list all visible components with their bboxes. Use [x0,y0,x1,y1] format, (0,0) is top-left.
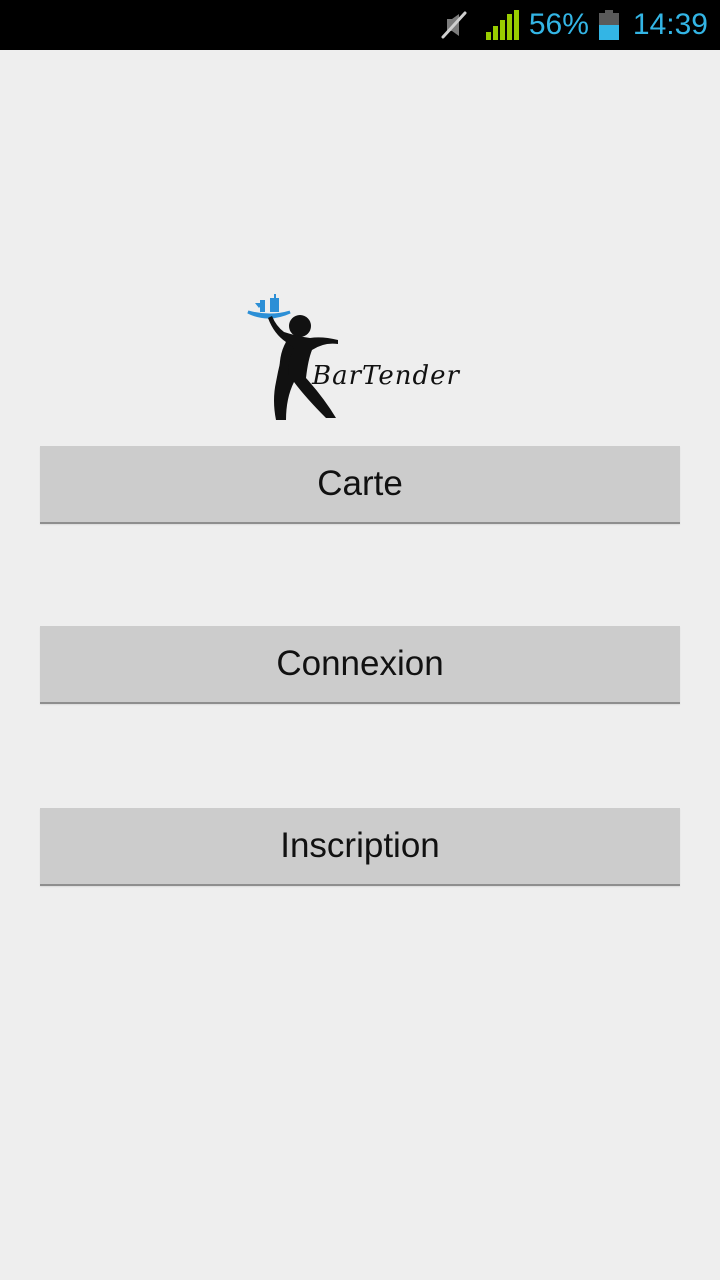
status-bar: 56% 14:39 [0,0,720,50]
battery-percent: 56% [528,8,589,41]
status-icons: 56% 14:39 [439,0,708,50]
battery-icon [598,10,619,40]
tray-icon [247,294,291,319]
connexion-button[interactable]: Connexion [40,626,680,704]
carte-button[interactable]: Carte [40,446,680,524]
main-screen: BarTender Carte Connexion Inscription [0,50,720,1280]
logo-wordmark: BarTender [311,361,461,391]
clock: 14:39 [632,8,708,41]
bartender-logo: BarTender [247,294,461,420]
inscription-button[interactable]: Inscription [40,808,680,886]
mute-icon [441,11,467,39]
signal-icon [485,10,519,40]
